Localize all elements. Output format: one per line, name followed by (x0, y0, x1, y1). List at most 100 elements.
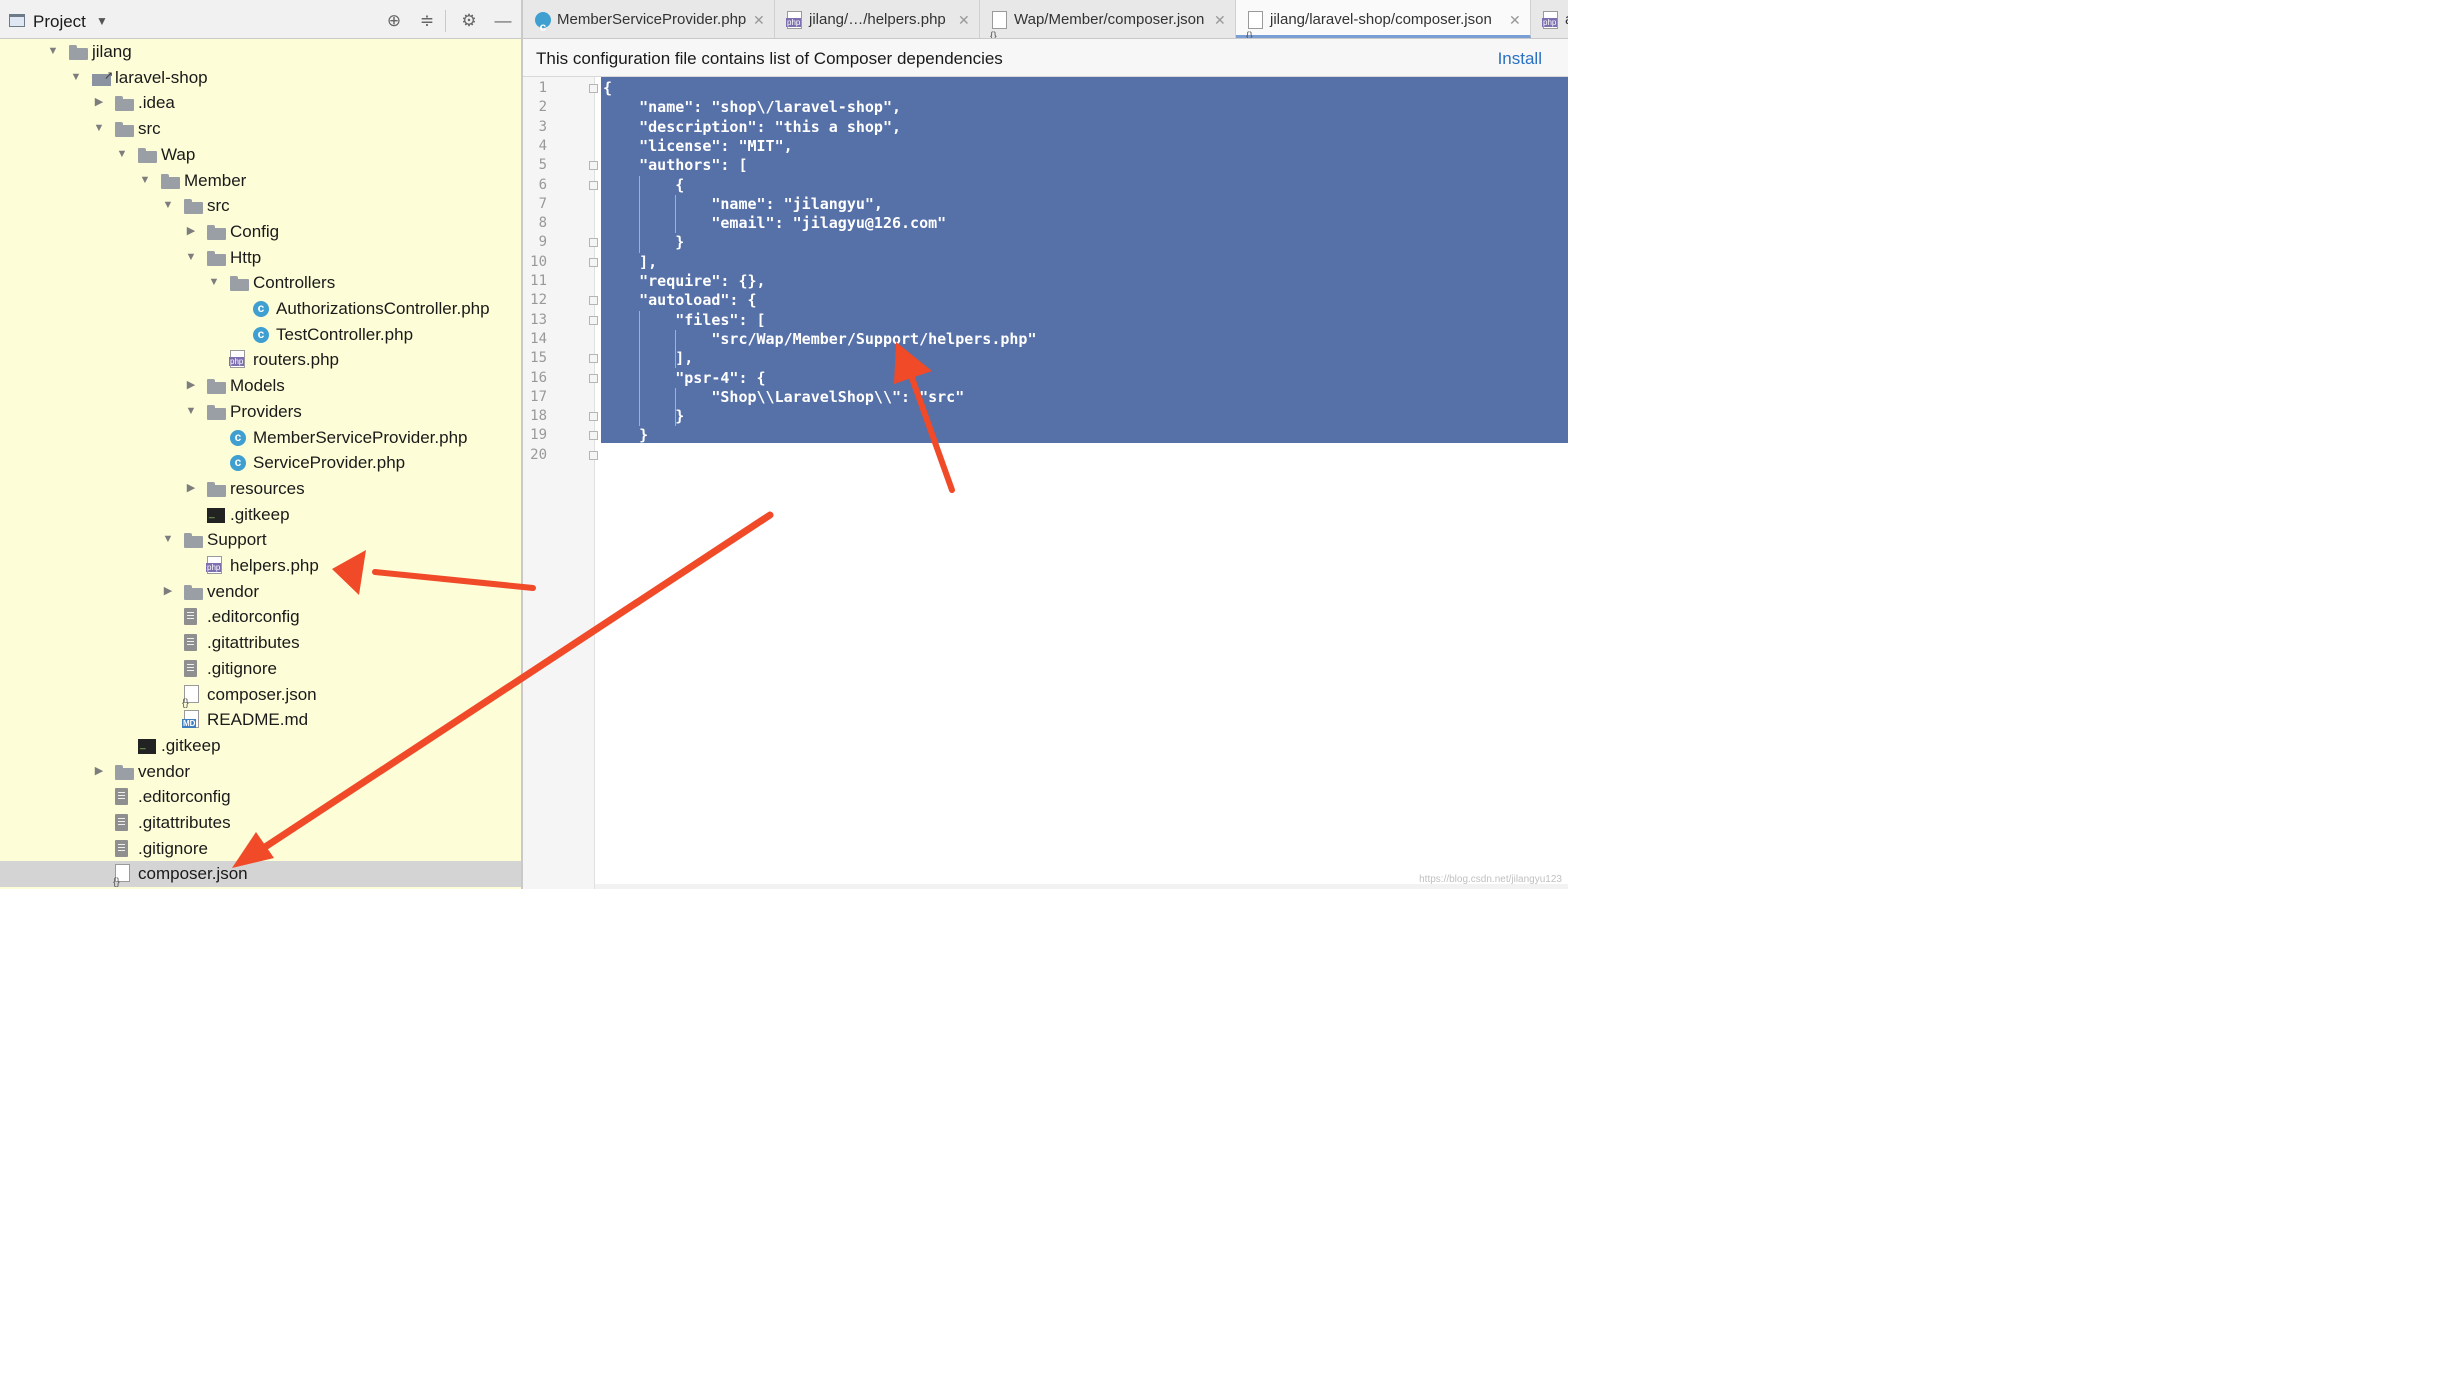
editor-tab[interactable]: MemberServiceProvider.php ✕ (523, 0, 775, 38)
code-editor[interactable]: { "name": "shop\/laravel-shop", "descrip… (601, 77, 1568, 889)
close-icon[interactable]: ✕ (958, 0, 970, 38)
tree-item-label: helpers.php (230, 556, 319, 575)
fold-marker-icon[interactable] (589, 431, 598, 441)
folder-icon (161, 173, 180, 189)
folder-icon (184, 198, 203, 215)
tree-item[interactable]: ▼ Providers (0, 399, 521, 425)
line-number: 9 (538, 234, 547, 251)
collapsed-arrow-icon[interactable]: ▶ (184, 476, 198, 502)
tree-item-label: .gitignore (138, 838, 208, 858)
tree-item[interactable]: MemberServiceProvider.php (0, 425, 521, 450)
editor-tab[interactable]: Wap/Member/composer.json ✕ (980, 0, 1236, 38)
tree-item[interactable]: ▶ vendor (0, 579, 521, 605)
tree-item[interactable]: README.md (0, 707, 521, 733)
collapsed-arrow-icon[interactable]: ▶ (184, 373, 198, 399)
tree-item[interactable]: ▼ jilang (0, 39, 521, 65)
tree-item-label: routers.php (253, 350, 339, 370)
close-icon[interactable]: ✕ (753, 0, 765, 38)
folder-icon (207, 404, 226, 420)
editor-tab[interactable]: jilang/…/helpers.php ✕ (775, 0, 980, 38)
locate-icon[interactable]: ⊕ (383, 10, 405, 32)
editor-tab[interactable]: jilang/laravel-shop/composer.json ✕ (1236, 0, 1531, 38)
tree-item[interactable]: composer.json (0, 861, 521, 889)
fold-marker-icon[interactable] (589, 84, 598, 93)
php-class-icon (230, 425, 246, 450)
tree-item[interactable]: helpers.php (0, 553, 521, 579)
project-panel-title[interactable]: Project (33, 12, 86, 32)
expanded-arrow-icon[interactable]: ▼ (115, 142, 129, 168)
tree-item-label: Controllers (253, 273, 336, 293)
tree-item[interactable]: .gitignore (0, 656, 521, 682)
tree-item[interactable]: ▼ Support (0, 527, 521, 553)
fold-marker-icon[interactable] (589, 257, 598, 267)
minimize-icon[interactable]: — (492, 10, 514, 32)
collapse-all-icon[interactable]: ≑ (416, 10, 438, 32)
fold-marker-icon[interactable] (589, 238, 598, 248)
expanded-arrow-icon[interactable]: ▼ (138, 168, 152, 194)
tree-item[interactable]: .editorconfig (0, 784, 521, 810)
tree-item[interactable]: routers.php (0, 347, 521, 373)
expanded-arrow-icon[interactable]: ▼ (46, 39, 60, 65)
tree-item-label: MemberServiceProvider.php (253, 427, 468, 447)
expanded-arrow-icon[interactable]: ▼ (69, 65, 83, 91)
fold-marker-icon[interactable] (589, 180, 598, 190)
tree-item[interactable]: ▼ laravel-shop (0, 64, 521, 91)
expanded-arrow-icon[interactable]: ▼ (184, 245, 198, 271)
fold-marker-icon[interactable] (589, 354, 598, 364)
tree-item[interactable]: ▼ src (0, 116, 521, 142)
json-file-icon (113, 864, 130, 889)
folder-icon (115, 95, 134, 112)
code-line: } (603, 407, 685, 426)
tree-item[interactable]: .gitattributes (0, 630, 521, 656)
folder-icon (207, 250, 226, 266)
text-file-icon (115, 839, 128, 857)
tree-item[interactable]: ▶ vendor (0, 759, 521, 785)
tree-item[interactable]: ▼ Member (0, 168, 521, 194)
tree-item[interactable]: ServiceProvider.php (0, 450, 521, 476)
tree-item[interactable]: ▶ .idea (0, 90, 521, 116)
fold-marker-icon[interactable] (589, 315, 598, 325)
expanded-arrow-icon[interactable]: ▼ (161, 193, 175, 219)
tree-item[interactable]: AuthorizationsController.php (0, 296, 521, 322)
collapsed-arrow-icon[interactable]: ▶ (92, 90, 106, 116)
expanded-arrow-icon[interactable]: ▼ (92, 116, 106, 142)
tree-item[interactable]: .gitkeep (0, 501, 521, 528)
terminal-file-icon (207, 501, 225, 526)
tree-item[interactable]: .editorconfig (0, 604, 521, 630)
expanded-arrow-icon[interactable]: ▼ (161, 527, 175, 553)
tree-item[interactable]: ▶ Models (0, 373, 521, 399)
close-icon[interactable]: ✕ (1214, 0, 1226, 38)
tree-item[interactable]: ▼ Controllers (0, 270, 521, 296)
php-file-icon (786, 11, 802, 29)
tree-item[interactable]: ▶ Config (0, 219, 521, 245)
fold-marker-icon[interactable] (589, 450, 598, 460)
fold-marker-icon[interactable] (589, 373, 598, 383)
fold-marker-icon[interactable] (589, 412, 598, 422)
tree-item[interactable]: ▼ Wap (0, 142, 521, 168)
tree-item[interactable]: .gitignore (0, 836, 521, 862)
tree-item[interactable]: composer.json (0, 682, 521, 716)
text-file-icon (115, 814, 128, 831)
collapsed-arrow-icon[interactable]: ▶ (92, 759, 106, 785)
tree-item[interactable]: ▼ Http (0, 245, 521, 271)
line-number: 15 (530, 350, 547, 367)
code-line: "files": [ (603, 310, 766, 329)
tree-item[interactable]: .gitattributes (0, 810, 521, 836)
folder-icon (138, 147, 157, 163)
tree-item[interactable]: ▶ resources (0, 476, 521, 502)
tree-item[interactable]: TestController.php (0, 322, 521, 347)
close-icon[interactable]: ✕ (1509, 0, 1521, 38)
fold-marker-icon[interactable] (589, 161, 598, 171)
tree-item[interactable]: ▼ src (0, 193, 521, 219)
fold-marker-icon[interactable] (589, 296, 598, 306)
expanded-arrow-icon[interactable]: ▼ (184, 399, 198, 425)
collapsed-arrow-icon[interactable]: ▶ (184, 219, 198, 245)
collapsed-arrow-icon[interactable]: ▶ (161, 579, 175, 605)
expanded-arrow-icon[interactable]: ▼ (207, 270, 221, 296)
tree-item[interactable]: .gitkeep (0, 732, 521, 759)
install-link[interactable]: Install (1498, 49, 1542, 69)
gear-icon[interactable]: ⚙ (458, 10, 480, 32)
chevron-down-icon[interactable]: ▼ (96, 14, 108, 28)
tree-item-label: Config (230, 221, 280, 241)
editor-tab[interactable]: a (1531, 0, 1568, 38)
